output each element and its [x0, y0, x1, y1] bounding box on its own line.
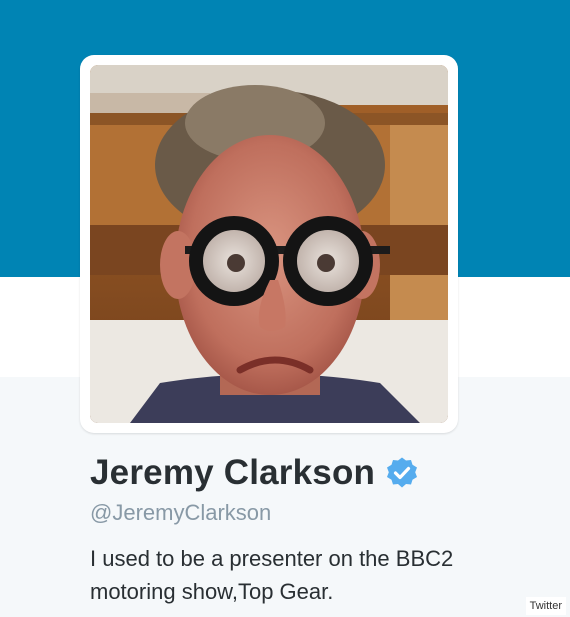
profile-screen-name[interactable]: @JeremyClarkson [90, 499, 271, 527]
profile-bio-line: I used to be a presenter on the BBC2 [90, 546, 454, 571]
verified-badge-icon [385, 456, 419, 490]
profile-name-row: Jeremy Clarkson [90, 451, 419, 495]
avatar-photo [90, 65, 448, 423]
profile-bio-line: motoring show,Top Gear. [90, 579, 334, 604]
profile-name[interactable]: Jeremy Clarkson [90, 451, 375, 495]
image-credit: Twitter [525, 597, 566, 615]
profile-avatar[interactable] [80, 55, 458, 433]
profile-bio: I used to be a presenter on the BBC2 mot… [90, 542, 540, 608]
